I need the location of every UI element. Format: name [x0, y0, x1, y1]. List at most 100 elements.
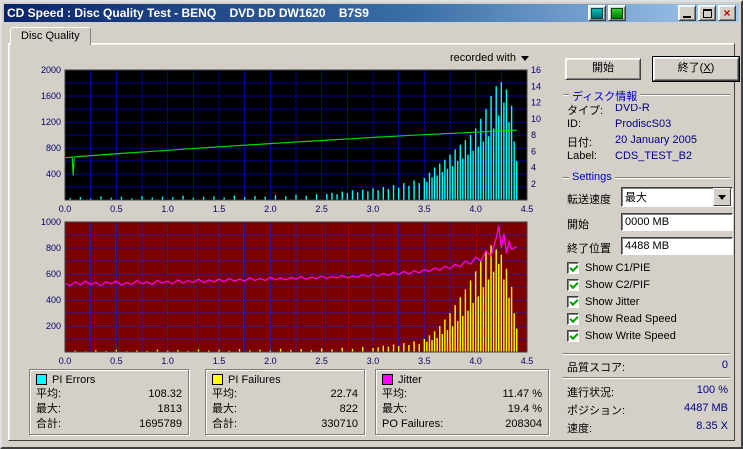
- svg-text:1200: 1200: [41, 117, 61, 127]
- start-position-label: 開始: [567, 219, 589, 231]
- transfer-speed-select[interactable]: 最大: [621, 187, 733, 207]
- svg-text:1.5: 1.5: [213, 356, 226, 366]
- transfer-speed-value: 最大: [625, 192, 647, 204]
- position-label: ポジション:: [567, 405, 626, 417]
- show-read-speed-checkbox[interactable]: Show Read Speed: [567, 312, 677, 326]
- start-button[interactable]: 開始: [565, 58, 641, 80]
- graph-export-button[interactable]: [588, 5, 606, 21]
- svg-text:0.5: 0.5: [110, 356, 123, 366]
- stat-label: 平均:: [36, 388, 62, 400]
- stat-label: 平均:: [212, 388, 238, 400]
- svg-text:2.5: 2.5: [315, 356, 328, 366]
- recorded-with-dropdown[interactable]: recorded with: [369, 52, 529, 64]
- svg-text:12: 12: [531, 98, 541, 108]
- svg-text:1.0: 1.0: [161, 204, 174, 214]
- checkbox-label: Show Jitter: [585, 296, 640, 308]
- pi-failures-statbox: PI Failures 平均: 22.74 最大: 822 合計: 330710: [205, 369, 365, 435]
- checkbox[interactable]: [567, 313, 579, 325]
- disc-id-value: ProdiscS03: [615, 118, 672, 130]
- stat-label: 最大:: [212, 403, 238, 415]
- progress-value: 100 %: [696, 384, 728, 396]
- app-window: CD Speed : Disc Quality Test - BENQ DVD …: [0, 0, 743, 449]
- stat-value: 19.4 %: [507, 403, 542, 415]
- stat-value: 822: [339, 403, 358, 415]
- check-icon: [569, 330, 579, 341]
- checkbox[interactable]: [567, 262, 579, 274]
- svg-text:4.5: 4.5: [521, 356, 534, 366]
- stat-value: 11.47 %: [502, 388, 542, 400]
- svg-text:800: 800: [46, 243, 61, 253]
- exit-button[interactable]: 終了(X): [652, 56, 740, 82]
- titlebar-spacer: [626, 13, 676, 14]
- jitter-swatch: [382, 374, 393, 385]
- svg-text:10: 10: [531, 114, 541, 124]
- show-jitter-checkbox[interactable]: Show Jitter: [567, 295, 639, 309]
- show-c2-pif-checkbox[interactable]: Show C2/PIF: [567, 278, 650, 292]
- svg-text:0.0: 0.0: [59, 204, 72, 214]
- svg-text:8: 8: [531, 130, 536, 140]
- recorded-with-label: recorded with: [449, 52, 516, 64]
- position-value: 4487 MB: [683, 402, 728, 414]
- disc-type-label: タイプ:: [567, 105, 604, 117]
- stat-value: 1695789: [139, 418, 182, 430]
- svg-text:2.0: 2.0: [264, 204, 277, 214]
- checkbox-label: Show C1/PIE: [585, 262, 651, 274]
- svg-text:1.0: 1.0: [161, 356, 174, 366]
- chevron-down-icon: [718, 194, 726, 200]
- tab-disc-quality[interactable]: Disc Quality: [10, 27, 91, 45]
- checkbox[interactable]: [567, 330, 579, 342]
- close-button[interactable]: ×: [718, 5, 736, 21]
- svg-text:1000: 1000: [41, 217, 61, 227]
- show-write-speed-checkbox[interactable]: Show Write Speed: [567, 329, 676, 343]
- svg-text:4: 4: [531, 163, 536, 173]
- jitter-title: Jitter: [398, 373, 422, 386]
- checkbox[interactable]: [567, 296, 579, 308]
- stat-label: 平均:: [382, 388, 408, 400]
- svg-text:4.0: 4.0: [469, 204, 482, 214]
- svg-text:400: 400: [46, 295, 61, 305]
- jitter-statbox: Jitter 平均: 11.47 % 最大: 19.4 % PO Failures:…: [375, 369, 549, 435]
- svg-text:600: 600: [46, 269, 61, 279]
- transfer-speed-label: 転送速度: [567, 194, 611, 206]
- pi-failures-swatch: [212, 374, 223, 385]
- combo-drop-button[interactable]: [713, 188, 731, 206]
- pi-errors-swatch: [36, 374, 47, 385]
- svg-text:16: 16: [531, 65, 541, 75]
- exit-label: 終了(: [677, 62, 704, 74]
- quality-score-label: 品質スコア:: [567, 362, 626, 374]
- start-position-input[interactable]: [621, 213, 733, 231]
- quality-score-value: 0: [721, 359, 728, 371]
- stat-label: 最大:: [36, 403, 62, 415]
- pi-failures-jitter-chart: 1000 800 600 400 200 0.0 0.5 1.0 1.5 2.0 2.5 3.0 3.5…: [41, 217, 534, 366]
- svg-text:800: 800: [46, 143, 61, 153]
- speed-value: 8.35 X: [696, 420, 728, 432]
- status-divider: [563, 377, 730, 379]
- pi-errors-statbox: PI Errors 平均: 108.32 最大: 1813 合計: 1695789: [29, 369, 189, 435]
- maximize-button[interactable]: [698, 5, 716, 21]
- checkbox[interactable]: [567, 279, 579, 291]
- end-position-input[interactable]: [621, 237, 733, 255]
- speed-label: 速度:: [567, 423, 593, 435]
- end-position-label: 終了位置: [567, 243, 611, 255]
- svg-text:0.0: 0.0: [59, 356, 72, 366]
- minimize-button[interactable]: [678, 5, 696, 21]
- svg-text:6: 6: [531, 146, 536, 156]
- progress-label: 進行状況:: [567, 387, 615, 399]
- svg-text:3.5: 3.5: [418, 204, 431, 214]
- disc-date-label: 日付:: [567, 137, 593, 149]
- show-c1-pie-checkbox[interactable]: Show C1/PIE: [567, 261, 650, 275]
- quality-divider: [563, 353, 730, 355]
- checkbox-label: Show Read Speed: [585, 313, 677, 325]
- stat-label: 最大:: [382, 403, 408, 415]
- check-icon: [569, 313, 579, 324]
- disc-info-title: ディスク情報: [569, 88, 641, 104]
- svg-text:4.5: 4.5: [521, 204, 534, 214]
- svg-text:200: 200: [46, 321, 61, 331]
- svg-text:3.0: 3.0: [367, 204, 380, 214]
- graph-icon: [591, 7, 603, 19]
- stat-label: 合計:: [36, 418, 62, 430]
- checkbox-label: Show Write Speed: [585, 330, 676, 342]
- save-button[interactable]: [608, 5, 626, 21]
- exit-label-close: ): [710, 62, 715, 74]
- stat-label: 合計:: [212, 418, 238, 430]
